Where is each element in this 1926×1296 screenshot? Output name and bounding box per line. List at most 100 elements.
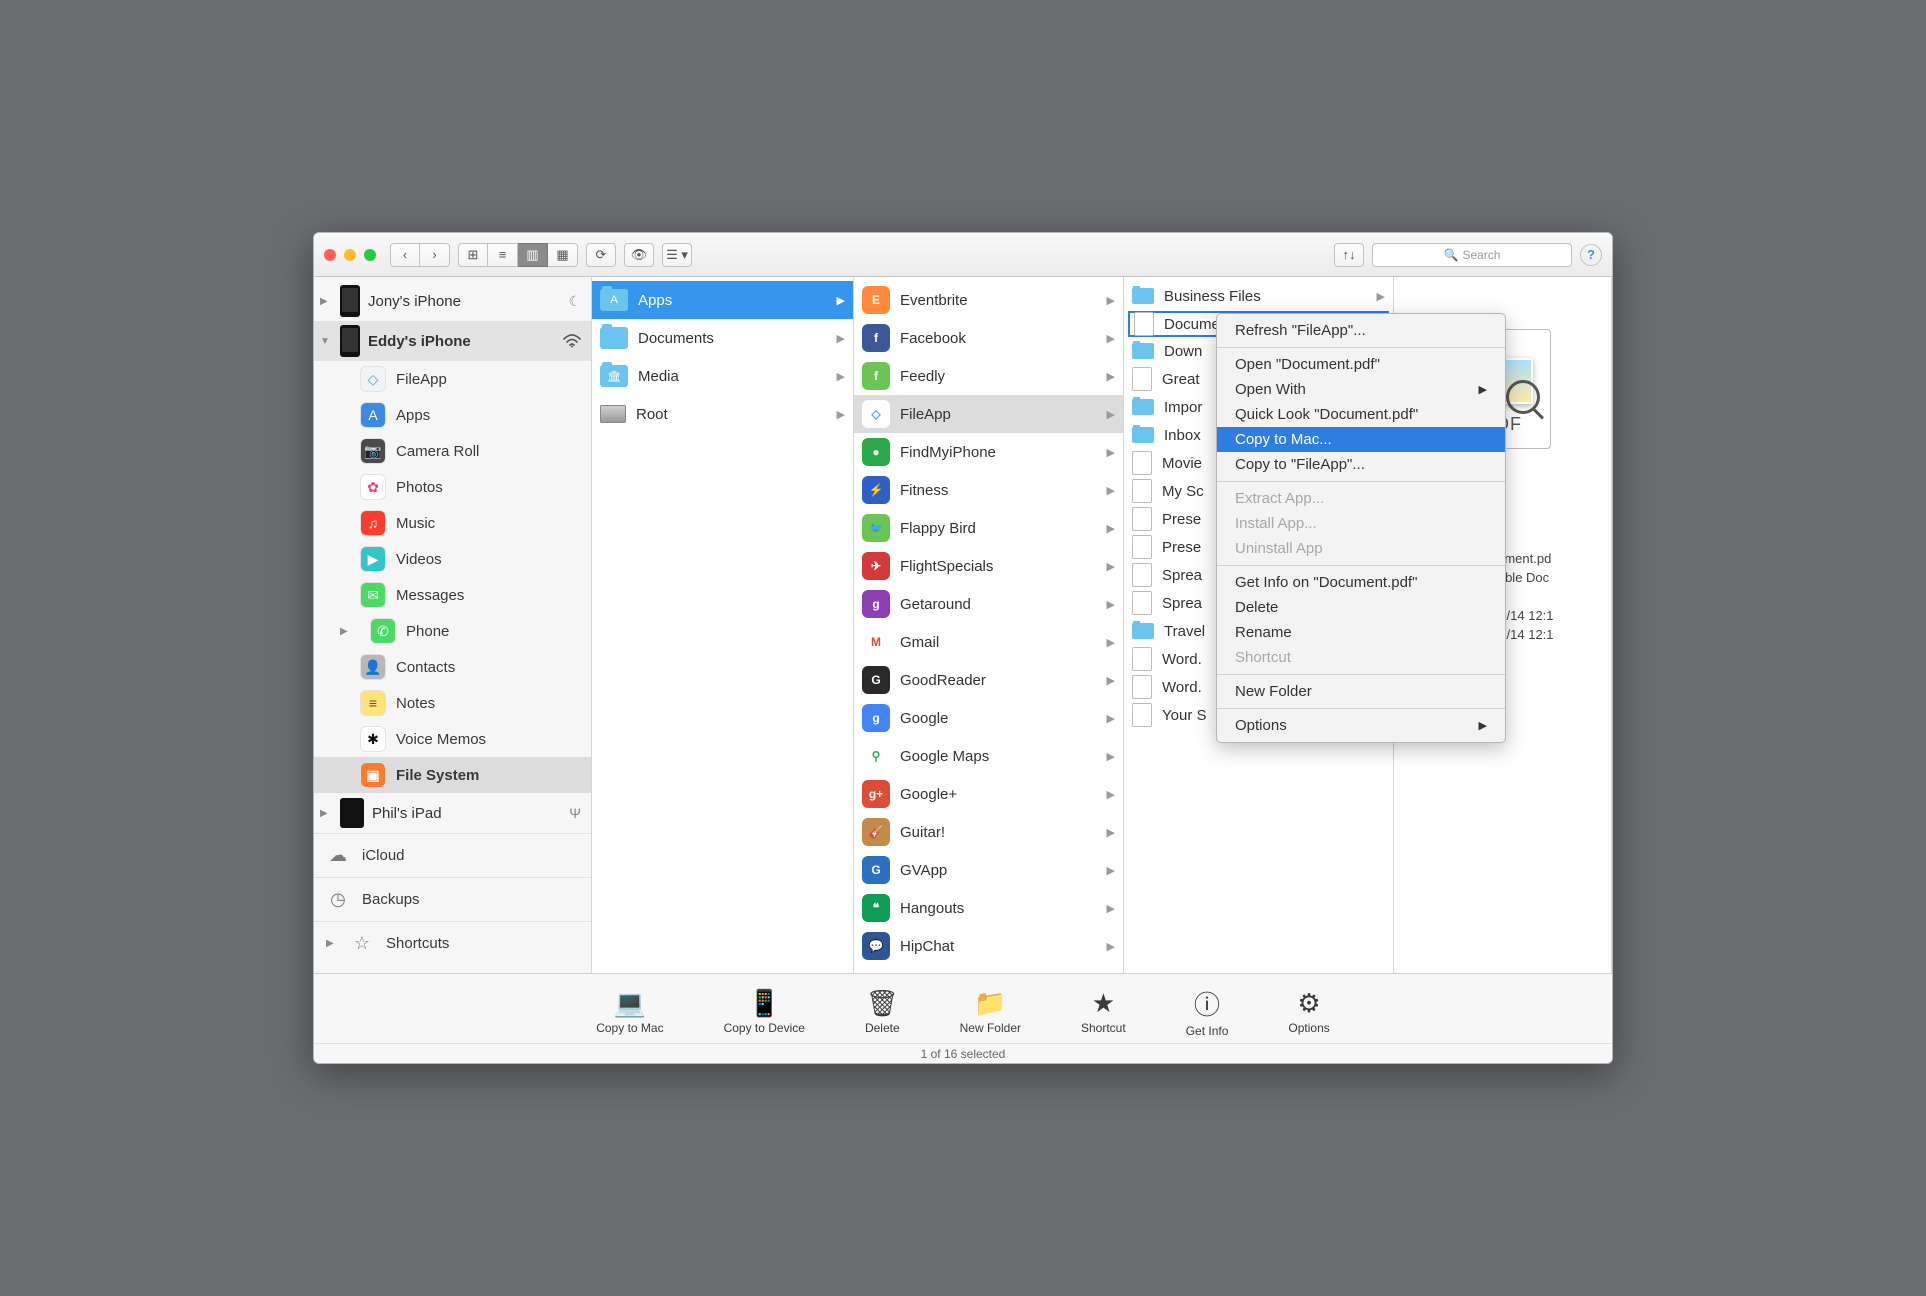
sidebar-item-notes[interactable]: ≡Notes — [314, 685, 591, 721]
app-row-eventbrite[interactable]: EEventbrite▶ — [854, 281, 1123, 319]
app-icon: ◇ — [862, 400, 890, 428]
menu-item-label: Copy to Mac... — [1235, 431, 1332, 448]
menu-item-options[interactable]: Options▶ — [1217, 713, 1505, 738]
folder-row-media[interactable]: 🏛Media▶ — [592, 357, 853, 395]
quicklook-button[interactable]: 👁 — [624, 243, 654, 267]
forward-button[interactable]: › — [420, 243, 450, 267]
device-eddy-iphone[interactable]: ▼ Eddy's iPhone — [314, 321, 591, 361]
toolbar-copy-to-mac-button[interactable]: 💻Copy to Mac — [596, 988, 663, 1035]
menu-item-open-document-pdf[interactable]: Open "Document.pdf" — [1217, 352, 1505, 377]
sidebar-item-contacts[interactable]: 👤Contacts — [314, 649, 591, 685]
sidebar-item-apps[interactable]: AApps — [314, 397, 591, 433]
app-row-google[interactable]: gGoogle▶ — [854, 699, 1123, 737]
app-row-getaround[interactable]: gGetaround▶ — [854, 585, 1123, 623]
device-jony-iphone[interactable]: ▶ Jony's iPhone ☾ — [314, 281, 591, 321]
app-icon: 🎸 — [862, 818, 890, 846]
sidebar-item-camera-roll[interactable]: 📷Camera Roll — [314, 433, 591, 469]
menu-separator — [1217, 481, 1505, 482]
search-field[interactable]: 🔍 Search — [1372, 243, 1572, 267]
menu-item-copy-to-mac[interactable]: Copy to Mac... — [1217, 427, 1505, 452]
help-button[interactable]: ? — [1580, 244, 1602, 266]
sidebar-item-fileapp[interactable]: ◇FileApp — [314, 361, 591, 397]
app-window: ‹ › ⊞ ≡ ▥ ▦ ⟳ 👁 ☰ ▾ ↑↓ 🔍 Search ? ▶ Jony… — [313, 232, 1613, 1064]
menu-item-copy-to-fileapp[interactable]: Copy to "FileApp"... — [1217, 452, 1505, 477]
menu-item-get-info-on-document-pdf[interactable]: Get Info on "Document.pdf" — [1217, 570, 1505, 595]
app-row-flappy-bird[interactable]: 🐦Flappy Bird▶ — [854, 509, 1123, 547]
menu-item-rename[interactable]: Rename — [1217, 620, 1505, 645]
app-icon: M — [862, 628, 890, 656]
action-menu-button[interactable]: ☰ ▾ — [662, 243, 692, 267]
view-list-button[interactable]: ≡ — [488, 243, 518, 267]
app-row-findmyiphone[interactable]: ●FindMyiPhone▶ — [854, 433, 1123, 471]
refresh-button[interactable]: ⟳ — [586, 243, 616, 267]
chevron-right-icon: ▶ — [837, 332, 845, 345]
device-phil-ipad[interactable]: ▶ Phil's iPad Ψ — [314, 793, 591, 833]
app-row-google-[interactable]: g+Google+▶ — [854, 775, 1123, 813]
toolbar-label: Delete — [865, 1021, 900, 1035]
folder-row-business-files[interactable]: Business Files▶ — [1124, 281, 1393, 311]
sidebar-item-label: Camera Roll — [396, 443, 479, 460]
toolbar-new-folder-button[interactable]: 📁New Folder — [960, 988, 1021, 1035]
sidebar-item-label: Contacts — [396, 659, 455, 676]
view-icons-button[interactable]: ⊞ — [458, 243, 488, 267]
menu-item-new-folder[interactable]: New Folder — [1217, 679, 1505, 704]
section-backups[interactable]: ◷ Backups — [314, 877, 591, 921]
folder-row-root[interactable]: Root▶ — [592, 395, 853, 433]
sidebar-item-messages[interactable]: ✉Messages — [314, 577, 591, 613]
sidebar-item-phone[interactable]: ▶✆Phone — [314, 613, 591, 649]
app-row-gmail[interactable]: MGmail▶ — [854, 623, 1123, 661]
app-row-facebook[interactable]: fFacebook▶ — [854, 319, 1123, 357]
close-window-button[interactable] — [324, 249, 336, 261]
app-icon: ♫ — [360, 510, 386, 536]
app-row-feedly[interactable]: fFeedly▶ — [854, 357, 1123, 395]
toolbar-copy-to-device-button[interactable]: 📱Copy to Device — [724, 988, 805, 1035]
sidebar-item-music[interactable]: ♫Music — [314, 505, 591, 541]
app-row-goodreader[interactable]: GGoodReader▶ — [854, 661, 1123, 699]
toolbar-get-info-button[interactable]: ⓘGet Info — [1186, 985, 1229, 1038]
clock-icon: ◷ — [326, 888, 350, 912]
folder-row-apps[interactable]: AApps▶ — [592, 281, 853, 319]
hdd-icon — [600, 405, 626, 423]
menu-item-label: Options — [1235, 717, 1287, 734]
app-row-hangouts[interactable]: ❝Hangouts▶ — [854, 889, 1123, 927]
chevron-right-icon: ▶ — [1107, 332, 1115, 345]
menu-separator — [1217, 347, 1505, 348]
menu-item-refresh-fileapp[interactable]: Refresh "FileApp"... — [1217, 318, 1505, 343]
minimize-window-button[interactable] — [344, 249, 356, 261]
menu-item-label: Quick Look "Document.pdf" — [1235, 406, 1418, 423]
column-1: AApps▶Documents▶🏛Media▶Root▶ — [592, 277, 854, 973]
folder-icon — [1132, 399, 1154, 415]
sidebar: ▶ Jony's iPhone ☾ ▼ Eddy's iPhone ◇FileA… — [314, 277, 592, 973]
toolbar-shortcut-button[interactable]: ★Shortcut — [1081, 988, 1126, 1035]
transfers-button[interactable]: ↑↓ — [1334, 243, 1364, 267]
view-columns-button[interactable]: ▥ — [518, 243, 548, 267]
row-label: Eventbrite — [900, 292, 1097, 309]
app-row-hipchat[interactable]: 💬HipChat▶ — [854, 927, 1123, 965]
app-row-flightspecials[interactable]: ✈FlightSpecials▶ — [854, 547, 1123, 585]
app-row-google-maps[interactable]: ⚲Google Maps▶ — [854, 737, 1123, 775]
back-button[interactable]: ‹ — [390, 243, 420, 267]
app-row-fitness[interactable]: ⚡Fitness▶ — [854, 471, 1123, 509]
section-shortcuts[interactable]: ▶ ☆ Shortcuts — [314, 921, 591, 965]
app-row-fileapp[interactable]: ◇FileApp▶ — [854, 395, 1123, 433]
menu-item-delete[interactable]: Delete — [1217, 595, 1505, 620]
toolbar-delete-button[interactable]: 🗑Delete — [865, 988, 900, 1035]
folder-icon — [1132, 623, 1154, 639]
menu-item-open-with[interactable]: Open With▶ — [1217, 377, 1505, 402]
section-icloud[interactable]: ☁ iCloud — [314, 833, 591, 877]
app-row-guitar-[interactable]: 🎸Guitar!▶ — [854, 813, 1123, 851]
chevron-right-icon: ▶ — [1107, 598, 1115, 611]
sidebar-item-photos[interactable]: ✿Photos — [314, 469, 591, 505]
sidebar-item-label: File System — [396, 767, 479, 784]
toolbar-options-button[interactable]: ⚙Options — [1288, 988, 1329, 1035]
zoom-window-button[interactable] — [364, 249, 376, 261]
chevron-right-icon: ▶ — [1107, 446, 1115, 459]
app-row-gvapp[interactable]: GGVApp▶ — [854, 851, 1123, 889]
view-cover-button[interactable]: ▦ — [548, 243, 578, 267]
sidebar-item-voice-memos[interactable]: ✱Voice Memos — [314, 721, 591, 757]
folder-row-documents[interactable]: Documents▶ — [592, 319, 853, 357]
sidebar-item-videos[interactable]: ▶Videos — [314, 541, 591, 577]
row-label: Fitness — [900, 482, 1097, 499]
menu-item-quick-look-document-pdf[interactable]: Quick Look "Document.pdf" — [1217, 402, 1505, 427]
sidebar-item-file-system[interactable]: ▣File System — [314, 757, 591, 793]
